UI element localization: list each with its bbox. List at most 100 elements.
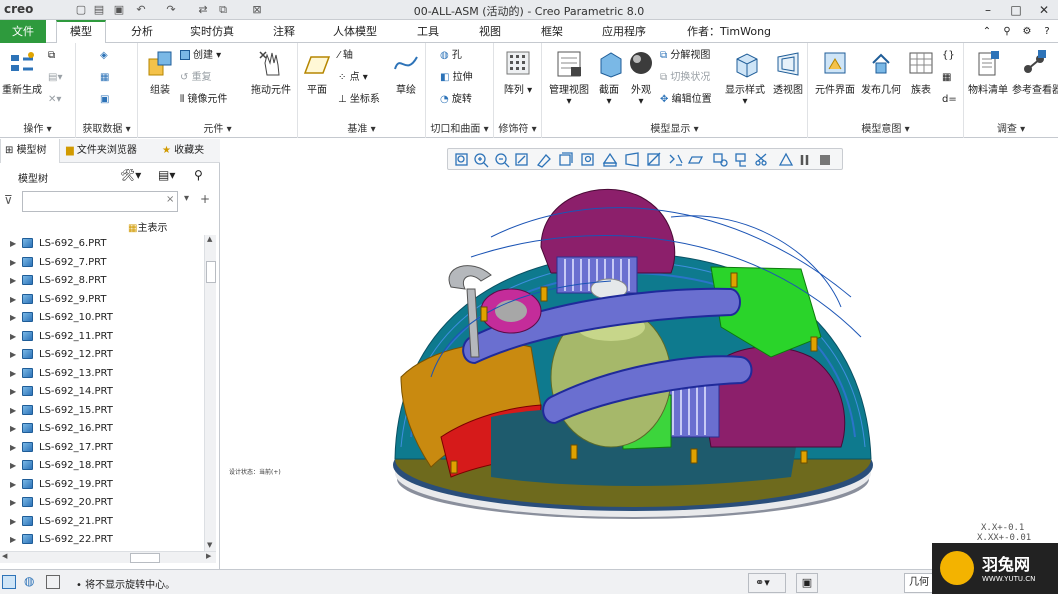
maximize-button[interactable]: □ (1002, 0, 1030, 20)
tree-vertical-scrollbar[interactable]: ▲ ▼ (204, 235, 216, 551)
relations-icon[interactable]: {} (942, 47, 955, 65)
toggle-status-button[interactable]: ⧉ 切换状况 (660, 69, 710, 87)
browser-icon[interactable]: ◍ (24, 574, 34, 588)
manage-views-button[interactable]: 管理视图 ▾ (546, 49, 592, 107)
extrude-button[interactable]: ◧ 拉伸 (440, 69, 473, 87)
revolve-button[interactable]: ◔ 旋转 (440, 91, 472, 109)
clear-search-icon[interactable]: × (166, 194, 174, 205)
tab-tools[interactable]: 工具 (406, 20, 450, 43)
expand-arrow-icon[interactable]: ▶ (10, 420, 18, 439)
assembly-3d-model[interactable] (371, 177, 891, 537)
expand-arrow-icon[interactable]: ▶ (10, 365, 18, 384)
help-up-icon[interactable]: ⌃ (980, 20, 994, 43)
tab-model-tree[interactable]: ⊞ 模型树 (0, 139, 60, 163)
expand-arrow-icon[interactable]: ▶ (10, 328, 18, 347)
add-filter-icon[interactable]: + (200, 192, 210, 206)
bill-of-materials-button[interactable]: 物料清单 (966, 49, 1010, 96)
selection-filter-dropdown[interactable]: 几何 (904, 573, 934, 593)
model-tree-item[interactable]: ▶ LS-692_7.PRT (0, 254, 204, 273)
expand-arrow-icon[interactable]: ▶ (10, 346, 18, 365)
expand-arrow-icon[interactable]: ▶ (10, 291, 18, 310)
assemble-button[interactable]: 组装 (142, 49, 178, 96)
model-tree-item[interactable]: ▶ LS-692_15.PRT (0, 402, 204, 421)
tab-live-simulation[interactable]: 实时仿真 (180, 20, 244, 43)
expand-arrow-icon[interactable]: ▶ (10, 457, 18, 476)
section-button[interactable]: 截面 ▾ (594, 49, 624, 107)
expand-arrow-icon[interactable]: ▶ (10, 494, 18, 513)
tab-framework[interactable]: 框架 (530, 20, 574, 43)
appearance-button[interactable]: 外观 ▾ (626, 49, 656, 107)
search-input[interactable] (22, 191, 178, 212)
reference-viewer-button[interactable]: 参考查看器 (1012, 49, 1058, 96)
find-binoculars-icon[interactable]: ⚭▾ (748, 573, 786, 593)
tab-file[interactable]: 文件 (0, 20, 46, 43)
model-tree-item[interactable]: ▶ LS-692_21.PRT (0, 513, 204, 532)
tree-filter-icon[interactable]: ⚲ (194, 168, 203, 182)
scroll-right-icon[interactable]: ▶ (206, 552, 211, 560)
tab-favorites[interactable]: ★ 收藏夹 (158, 139, 218, 163)
tab-folder-browser[interactable]: ▆ 文件夹浏览器 (62, 139, 156, 163)
tab-view[interactable]: 视图 (468, 20, 512, 43)
repeat-button[interactable]: ↺ 重复 (180, 69, 212, 87)
model-tree-item[interactable]: ▶ LS-692_19.PRT (0, 476, 204, 495)
perspective-button[interactable]: 透视图 (770, 49, 806, 96)
search-icon[interactable]: ⚲ (1000, 20, 1014, 43)
model-tree-item[interactable]: ▶ LS-692_18.PRT (0, 457, 204, 476)
model-tree-item[interactable]: ▶ LS-692_11.PRT (0, 328, 204, 347)
publish-geometry-button[interactable]: 发布几何 (860, 49, 902, 96)
csys-button[interactable]: ⊥ 坐标系 (338, 91, 380, 109)
scroll-down-icon[interactable]: ▼ (207, 541, 212, 549)
edit-position-button[interactable]: ✥ 编辑位置 (660, 91, 712, 109)
delete-icon[interactable]: ✕▾ (48, 91, 61, 109)
full-screen-icon[interactable] (46, 575, 60, 589)
model-tree-item[interactable]: ▶ LS-692_12.PRT (0, 346, 204, 365)
switch-dimensions-icon[interactable]: d= (942, 91, 957, 109)
toggle-navigator-icon[interactable] (2, 575, 16, 589)
model-tree-item[interactable]: ▶ LS-692_13.PRT (0, 365, 204, 384)
expand-arrow-icon[interactable]: ▶ (10, 272, 18, 291)
tree-columns-icon[interactable]: ▤▾ (158, 168, 175, 182)
component-interface-button[interactable]: 元件界面 (814, 49, 856, 96)
settings-icon[interactable]: ⚙ (1020, 20, 1034, 43)
tab-applications[interactable]: 应用程序 (592, 20, 656, 43)
filter-options-icon[interactable]: ▾ (184, 193, 189, 204)
create-button[interactable]: 创建 ▾ (180, 47, 221, 65)
display-style-button[interactable]: 显示样式 ▾ (724, 49, 766, 107)
expand-arrow-icon[interactable]: ▶ (10, 402, 18, 421)
expand-arrow-icon[interactable]: ▶ (10, 476, 18, 495)
expand-arrow-icon[interactable]: ▶ (10, 531, 18, 550)
model-tree-item[interactable]: ▶ LS-692_14.PRT (0, 383, 204, 402)
tree-settings-icon[interactable]: 🛠▾ (120, 168, 141, 182)
family-table-button[interactable]: 族表 (906, 49, 936, 96)
tree-scroll-thumb[interactable] (206, 261, 216, 283)
expand-arrow-icon[interactable]: ▶ (10, 235, 18, 254)
scroll-left-icon[interactable]: ◀ (2, 552, 7, 560)
parameters-icon[interactable]: ▦ (942, 69, 951, 87)
pattern-button[interactable]: 阵列 ▾ (500, 49, 536, 96)
expand-arrow-icon[interactable]: ▶ (10, 254, 18, 273)
tab-manikin[interactable]: 人体模型 (322, 20, 388, 43)
user-defined-feature-icon[interactable]: ▦ (100, 69, 109, 87)
regenerate-button[interactable]: 重新生成 (2, 49, 42, 96)
expand-arrow-icon[interactable]: ▶ (10, 439, 18, 458)
expand-arrow-icon[interactable]: ▶ (10, 383, 18, 402)
tab-annotate[interactable]: 注释 (262, 20, 306, 43)
model-tree-item[interactable]: ▶ LS-692_8.PRT (0, 272, 204, 291)
expand-arrow-icon[interactable]: ▶ (10, 309, 18, 328)
minimize-button[interactable]: – (974, 0, 1002, 20)
graphics-area[interactable]: 设计状态：当前(+) X.X+-0.1 X.XX+-0.01 (221, 139, 1058, 569)
filter-funnel-icon[interactable]: ⊽ (4, 193, 13, 207)
hole-button[interactable]: ◍ 孔 (440, 47, 462, 65)
import-icon[interactable]: ◈ (100, 47, 108, 65)
exploded-view-button[interactable]: ⧉ 分解视图 (660, 47, 710, 65)
axis-button[interactable]: ⁄ 轴 (338, 47, 353, 65)
mirror-component-button[interactable]: ⫴ 镜像元件 (180, 91, 227, 109)
model-tree-item[interactable]: ▶ LS-692_10.PRT (0, 309, 204, 328)
model-tree-item[interactable]: ▶ LS-692_20.PRT (0, 494, 204, 513)
tree-hscroll-thumb[interactable] (130, 553, 160, 563)
expand-arrow-icon[interactable]: ▶ (10, 513, 18, 532)
plane-button[interactable]: 平面 (302, 49, 332, 96)
sketch-button[interactable]: 草绘 (390, 49, 422, 96)
tab-model[interactable]: 模型 (56, 20, 106, 44)
selection-buffer-icon[interactable]: ▣ (796, 573, 818, 593)
